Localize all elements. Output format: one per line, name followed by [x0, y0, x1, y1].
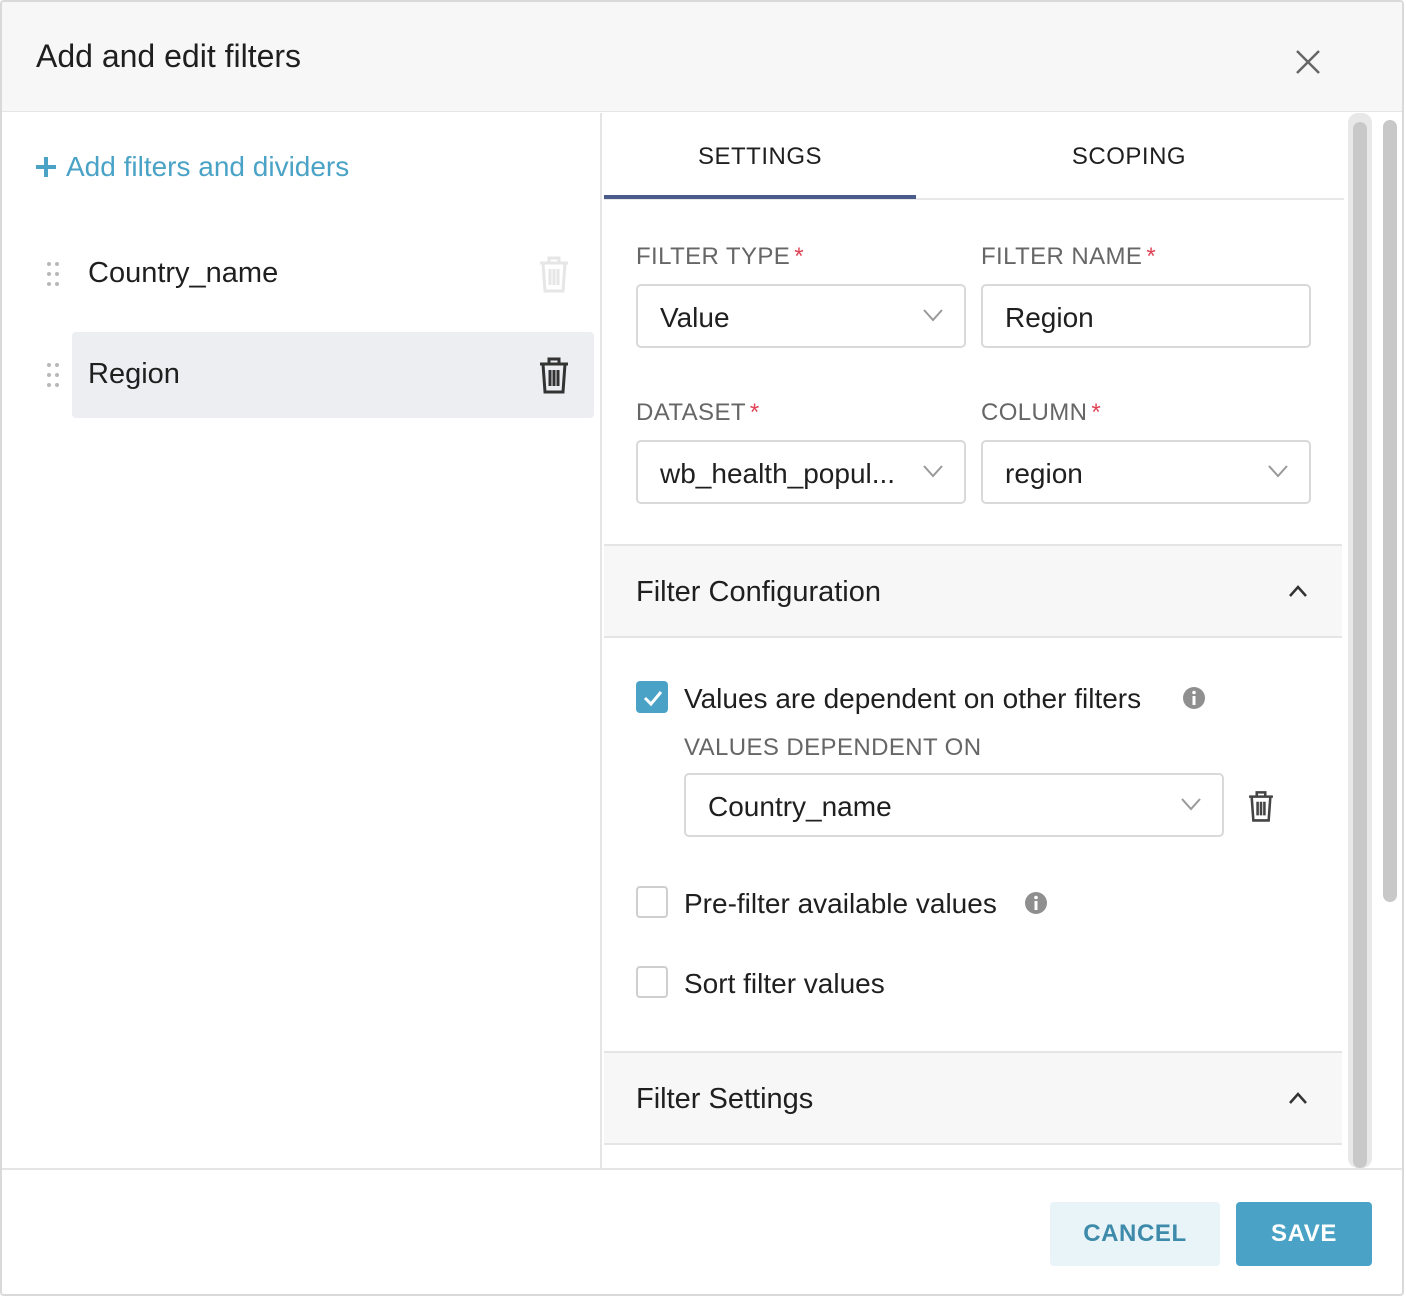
dependent-label: Values are dependent on other filters [684, 683, 1142, 714]
dependent-on-value: Country_name [708, 791, 892, 822]
dependent-on-select[interactable]: Country_name [684, 773, 1224, 837]
info-icon[interactable] [1024, 891, 1048, 915]
column-select[interactable]: region [981, 440, 1311, 504]
prefilter-checkbox[interactable] [636, 886, 668, 918]
values-dependent-on-label: VALUES DEPENDENT ON [684, 734, 982, 761]
drag-handle-icon[interactable] [46, 362, 60, 388]
section-title: Filter Settings [636, 1083, 814, 1115]
chevron-up-icon [1289, 1092, 1307, 1104]
filter-name-label-text: FILTER NAME [981, 243, 1143, 270]
filter-item-country-name[interactable]: Country_name [47, 231, 594, 317]
tab-scoping[interactable]: SCOPING [974, 143, 1284, 171]
cancel-button[interactable]: CANCEL [1050, 1202, 1220, 1266]
required-mark: * [794, 243, 804, 270]
chevron-down-icon [923, 309, 943, 322]
chevron-up-icon [1289, 585, 1307, 597]
filter-type-label-text: FILTER TYPE [636, 243, 791, 270]
required-mark: * [1146, 243, 1157, 270]
filter-configuration-header[interactable]: Filter Configuration [604, 544, 1342, 638]
filter-name-input[interactable]: Region [981, 284, 1311, 348]
filter-settings-header[interactable]: Filter Settings [604, 1051, 1342, 1145]
trash-icon[interactable] [534, 354, 574, 396]
dataset-select[interactable]: wb_health_popul... [636, 440, 966, 504]
save-button[interactable]: SAVE [1236, 1202, 1372, 1266]
filter-name-label: FILTER NAME * [981, 243, 1156, 271]
info-icon[interactable] [1182, 686, 1206, 710]
section-title: Filter Configuration [636, 576, 881, 608]
filter-item-label: Country_name [88, 257, 279, 289]
filter-item-label: Region [88, 358, 180, 390]
filters-modal: Add and edit filters Add filters and div… [0, 0, 1404, 1296]
modal-footer: CANCEL SAVE [2, 1168, 1402, 1294]
checkmark-icon [643, 691, 663, 707]
modal-scrollbar-thumb[interactable] [1383, 120, 1397, 902]
dataset-label-text: DATASET [636, 399, 746, 426]
prefilter-label: Pre-filter available values [684, 888, 997, 919]
sort-checkbox[interactable] [636, 966, 668, 998]
filter-type-value: Value [660, 302, 730, 333]
column-label-text: COLUMN [981, 399, 1088, 426]
required-mark: * [1091, 399, 1102, 426]
tab-settings[interactable]: SETTINGS [604, 143, 916, 171]
tab-active-indicator [604, 195, 916, 199]
filter-item-region[interactable]: Region [47, 332, 594, 418]
add-filters-link[interactable]: Add filters and dividers [34, 151, 349, 183]
panel-scrollbar-thumb[interactable] [1353, 122, 1367, 1168]
filter-settings-panel: SETTINGS SCOPING FILTER TYPE * Value FILT… [604, 113, 1344, 1168]
add-filters-label: Add filters and dividers [66, 151, 350, 182]
chevron-down-icon [1268, 465, 1288, 478]
close-icon [1296, 50, 1320, 74]
modal-title: Add and edit filters [36, 38, 302, 74]
drag-handle-icon[interactable] [46, 261, 60, 287]
close-button[interactable] [1288, 42, 1328, 82]
trash-icon[interactable] [534, 253, 574, 295]
column-label: COLUMN * [981, 399, 1101, 427]
tabs: SETTINGS SCOPING [604, 113, 1344, 200]
plus-icon [36, 157, 56, 177]
chevron-down-icon [923, 465, 943, 478]
dataset-value: wb_health_popul... [660, 458, 896, 489]
required-mark: * [749, 399, 760, 426]
sort-label: Sort filter values [684, 968, 885, 999]
column-value: region [1005, 458, 1083, 489]
filter-name-value: Region [1005, 302, 1094, 333]
trash-icon[interactable] [1244, 788, 1278, 824]
dependent-checkbox[interactable] [636, 681, 668, 713]
chevron-down-icon [1181, 798, 1201, 811]
filter-type-select[interactable]: Value [636, 284, 966, 348]
modal-header: Add and edit filters [2, 2, 1402, 112]
filter-type-label: FILTER TYPE * [636, 243, 804, 271]
filters-list-panel: Add filters and dividers Country_name Re… [2, 113, 602, 1168]
dataset-label: DATASET * [636, 399, 760, 427]
